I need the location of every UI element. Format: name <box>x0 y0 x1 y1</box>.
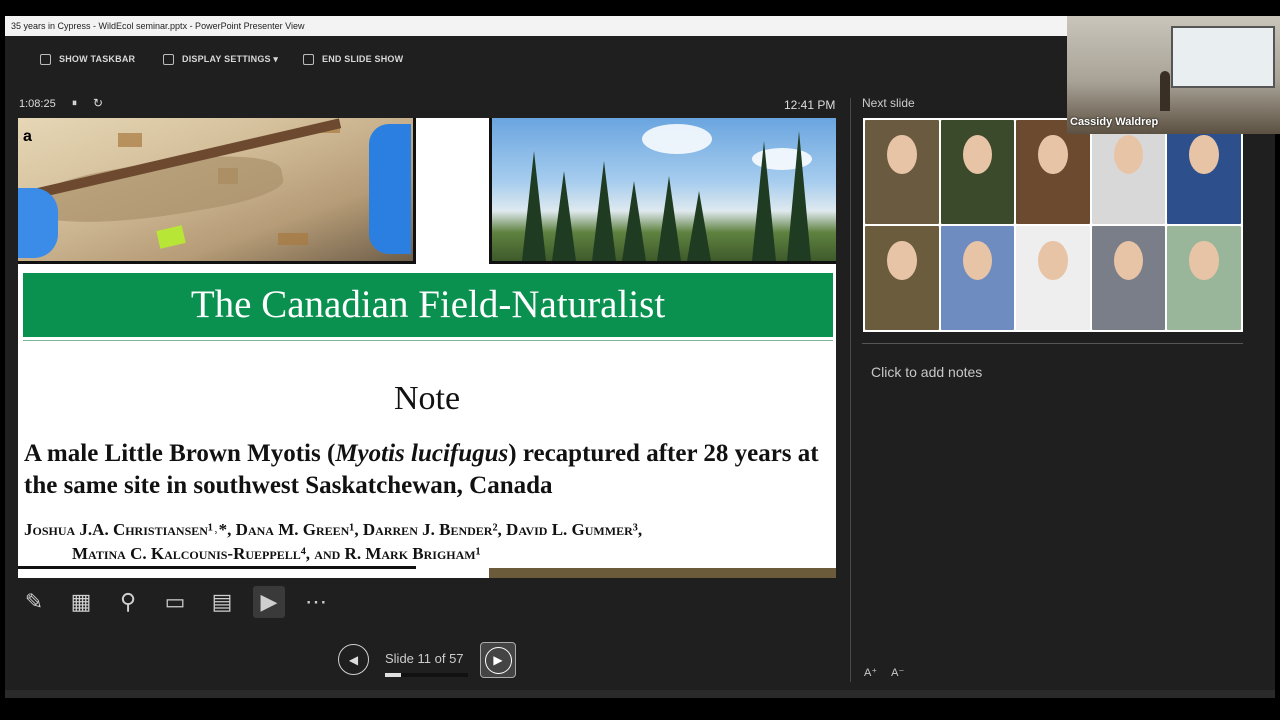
next-arrow-icon: ▶ <box>484 646 512 674</box>
subtitles-icon[interactable]: ▤ <box>206 586 238 618</box>
display-settings-label: DISPLAY SETTINGS ▾ <box>182 53 279 64</box>
slide-progress-fill <box>385 673 402 677</box>
slide-photo-strip <box>489 568 836 578</box>
authors-line-2: Matina C. Kalcounis-Rueppell⁴, and R. Ma… <box>72 544 481 563</box>
increase-font-button[interactable]: A⁺ <box>864 666 877 679</box>
authors-line-1: Joshua J.A. Christiansen¹˒*, Dana M. Gre… <box>24 520 643 539</box>
pane-divider[interactable] <box>850 98 851 682</box>
photo-thumb <box>940 226 1015 330</box>
window-title: 35 years in Cypress - WildEcol seminar.p… <box>5 16 1067 36</box>
journal-banner: The Canadian Field-Naturalist <box>23 273 833 337</box>
next-slide-thumbnail[interactable] <box>863 118 1243 332</box>
show-taskbar-button[interactable]: SHOW TASKBAR <box>40 52 135 66</box>
display-settings-icon <box>163 53 174 65</box>
zoom-icon[interactable]: ⚲ <box>112 586 144 618</box>
next-slide-label: Next slide <box>862 96 915 110</box>
decrease-font-button[interactable]: A⁻ <box>891 666 904 679</box>
end-slide-show-button[interactable]: END SLIDE SHOW <box>303 52 403 66</box>
participant-name: Cassidy Waldrep <box>1070 116 1159 128</box>
reset-timer-icon[interactable]: ↻ <box>93 96 103 110</box>
species-name: Myotis lucifugus <box>335 440 509 467</box>
photo-thumb <box>1167 226 1241 330</box>
slide-progress-bar <box>385 673 468 677</box>
more-options-icon[interactable]: ⋯ <box>300 586 332 618</box>
slide-navigation: ◀ Slide 11 of 57 ▶ <box>338 642 518 680</box>
end-slide-show-label: END SLIDE SHOW <box>322 54 404 64</box>
display-settings-button[interactable]: DISPLAY SETTINGS ▾ <box>163 52 278 66</box>
presenter-figure <box>1160 71 1170 111</box>
photo-thumb <box>1091 120 1166 224</box>
banner-rule <box>23 340 833 341</box>
end-show-icon <box>303 53 314 65</box>
bat-wing-photo: a <box>18 118 416 264</box>
slide-border <box>18 566 416 569</box>
elapsed-timer: 1:08:25 <box>19 98 56 110</box>
photo-thumb <box>1167 120 1241 224</box>
taskbar-icon <box>40 53 51 65</box>
show-taskbar-label: SHOW TASKBAR <box>59 54 136 64</box>
webcam-feed: Cassidy Waldrep <box>1067 16 1280 134</box>
pen-tool-icon[interactable]: ✎ <box>18 586 50 618</box>
forest-photo <box>489 118 836 264</box>
slide-counter[interactable]: Slide 11 of 57 <box>385 651 464 666</box>
bottom-status-strip <box>5 690 1275 698</box>
slide-tools: ✎ ▦ ⚲ ▭ ▤ ▶ ⋯ <box>18 586 332 618</box>
top-frame <box>0 0 1280 16</box>
photo-thumb <box>940 120 1015 224</box>
panel-label: a <box>23 128 32 145</box>
photo-thumb <box>1016 120 1090 224</box>
article-title: A male Little Brown Myotis (Myotis lucif… <box>24 440 819 499</box>
pointer-options-icon[interactable]: ▭ <box>159 586 191 618</box>
camera-icon[interactable]: ▶ <box>253 586 285 618</box>
notes-font-controls: A⁺ A⁻ <box>864 666 904 679</box>
current-time: 12:41 PM <box>784 98 836 112</box>
pause-timer-icon[interactable]: ⏸ <box>72 98 77 109</box>
notes-divider <box>862 343 1243 344</box>
previous-slide-button[interactable]: ◀ <box>338 644 369 675</box>
photo-thumb <box>865 226 939 330</box>
section-heading: Note <box>393 380 461 417</box>
photo-thumb <box>865 120 939 224</box>
notes-area[interactable]: Click to add notes <box>871 364 982 380</box>
photo-thumb <box>1016 226 1090 330</box>
photo-thumb <box>1091 226 1166 330</box>
author-list: Joshua J.A. Christiansen¹˒*, Dana M. Gre… <box>24 518 832 566</box>
see-all-slides-icon[interactable]: ▦ <box>65 586 97 618</box>
current-slide[interactable]: a The Canadian Field-Naturalist Note A m… <box>18 118 836 578</box>
presenter-view: SHOW TASKBAR DISPLAY SETTINGS ▾ END SLID… <box>5 36 1275 698</box>
next-slide-button[interactable]: ▶ <box>480 642 516 678</box>
projector-screen <box>1171 26 1275 88</box>
